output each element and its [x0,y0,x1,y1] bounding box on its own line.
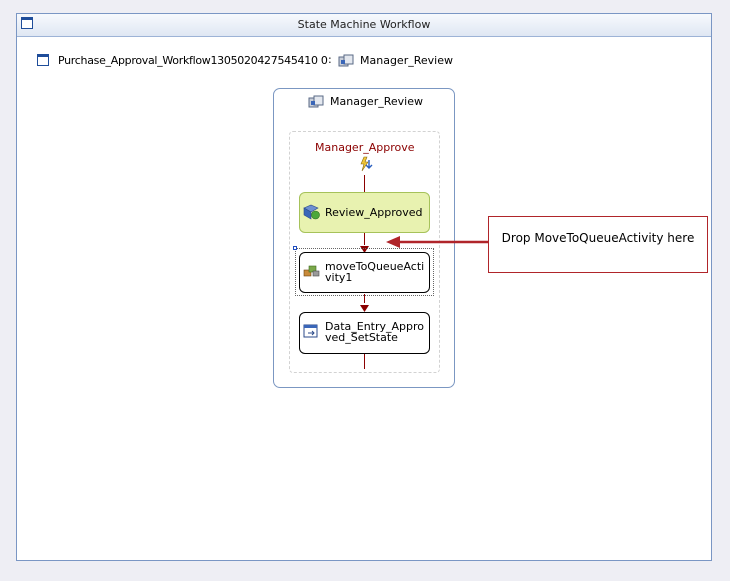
designer-title: State Machine Workflow [297,18,431,31]
custom-activity-icon [303,264,321,281]
breadcrumb-state-link[interactable]: Manager_Review [360,54,453,67]
state-title: Manager_Review [330,95,423,108]
callout-arrow [385,235,490,252]
activity-move-to-queue-label: moveToQueueActi vity1 [325,260,425,284]
connector-line [364,175,365,193]
activity-review-approved-label: Review_Approved [325,206,423,219]
event-driven-title: Manager_Approve [315,141,415,154]
set-state-icon [303,324,319,341]
selection-handle[interactable] [293,246,297,250]
callout-text: Drop MoveToQueueActivity here [501,231,695,245]
activity-set-state-label: Data_Entry_Appro ved_SetState [325,320,425,344]
handle-event-icon [303,204,321,223]
connector-line [364,354,365,369]
state-icon [338,54,354,71]
breadcrumb-workflow-link[interactable]: Purchase_Approval_Workflow13050204275454… [58,54,328,67]
breadcrumb-separator: : [328,53,332,66]
state-container-icon [308,95,324,112]
callout-box: Drop MoveToQueueActivity here [488,216,708,273]
breadcrumb [37,54,49,66]
designer-titlebar: State Machine Workflow [17,14,711,37]
workflow-icon [37,54,49,66]
event-icon [356,156,374,175]
